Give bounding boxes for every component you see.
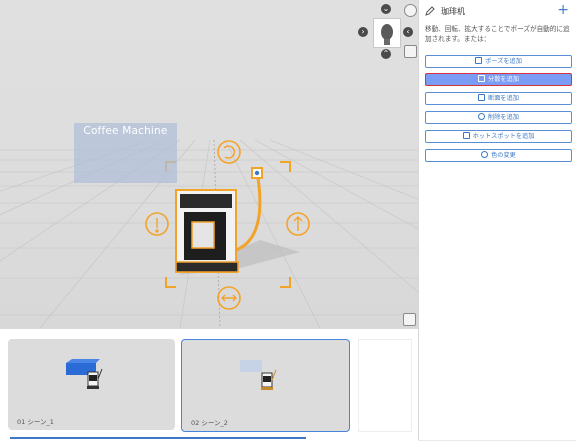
add-icon[interactable]: + — [557, 2, 569, 18]
edit-icon[interactable] — [425, 6, 435, 16]
scene-label-1: 01 シーン_1 — [17, 418, 54, 426]
explode-icon — [478, 75, 486, 82]
scene-card-1[interactable]: 01 シーン_1 — [8, 339, 175, 430]
palette-icon — [481, 151, 489, 158]
screen-icon[interactable] — [404, 45, 417, 58]
hotspot-icon — [462, 132, 470, 139]
add-explode-label: 分散を追加 — [488, 76, 519, 83]
settings-icon[interactable] — [404, 4, 417, 17]
head-icon — [381, 24, 393, 45]
coffee-machine-sign: Coffee Machine — [74, 123, 177, 183]
scene-strip: 01 シーン_1 02 シーン_2 — [0, 328, 418, 441]
panel-header: 珈琲机 + — [425, 2, 572, 19]
floor-grid — [0, 139, 418, 328]
change-color-label: 色の変更 — [491, 152, 516, 159]
section-icon — [478, 94, 486, 101]
panel-description: 移動、回転、拡大することでポーズが自動的に追加されます。または： — [425, 25, 570, 43]
add-pose-button[interactable]: ポーズを追加 — [425, 55, 572, 68]
add-delete-label: 削除を追加 — [488, 114, 519, 121]
delete-icon — [478, 113, 486, 120]
sign-label: Coffee Machine — [83, 125, 168, 137]
scene-label-2: 02 シーン_2 — [191, 419, 228, 427]
property-panel: 珈琲机 + 移動、回転、拡大することでポーズが自動的に追加されます。または： ポ… — [418, 0, 576, 440]
add-delete-button[interactable]: 削除を追加 — [425, 111, 572, 124]
chevron-left-icon[interactable]: › — [358, 27, 368, 37]
pose-icon — [475, 57, 483, 64]
add-pose-label: ポーズを追加 — [485, 58, 522, 65]
chevron-right-icon[interactable]: ‹ — [403, 27, 413, 37]
add-section-button[interactable]: 断面を追加 — [425, 92, 572, 105]
3d-viewport[interactable]: Coffee Machine ⌄ › ‹ ⌃ — [0, 0, 418, 328]
head-orientation-thumbnail[interactable] — [373, 18, 401, 48]
panel-title: 珈琲机 — [441, 7, 465, 16]
chevron-up-icon[interactable]: ⌄ — [381, 4, 391, 14]
add-section-label: 断面を追加 — [488, 95, 519, 102]
add-hotspot-button[interactable]: ホットスポットを追加 — [425, 130, 572, 143]
add-explode-button[interactable]: 分散を追加 — [425, 73, 572, 86]
add-scene-slot[interactable] — [358, 339, 412, 432]
rotate-icon[interactable] — [218, 141, 240, 163]
add-hotspot-label: ホットスポットを追加 — [472, 133, 535, 140]
list-view-icon[interactable] — [403, 313, 416, 326]
scene-card-2[interactable]: 02 シーン_2 — [181, 339, 350, 432]
scroll-indicator[interactable] — [10, 437, 306, 439]
change-color-button[interactable]: 色の変更 — [425, 149, 572, 162]
chevron-down-icon[interactable]: ⌃ — [381, 49, 391, 59]
